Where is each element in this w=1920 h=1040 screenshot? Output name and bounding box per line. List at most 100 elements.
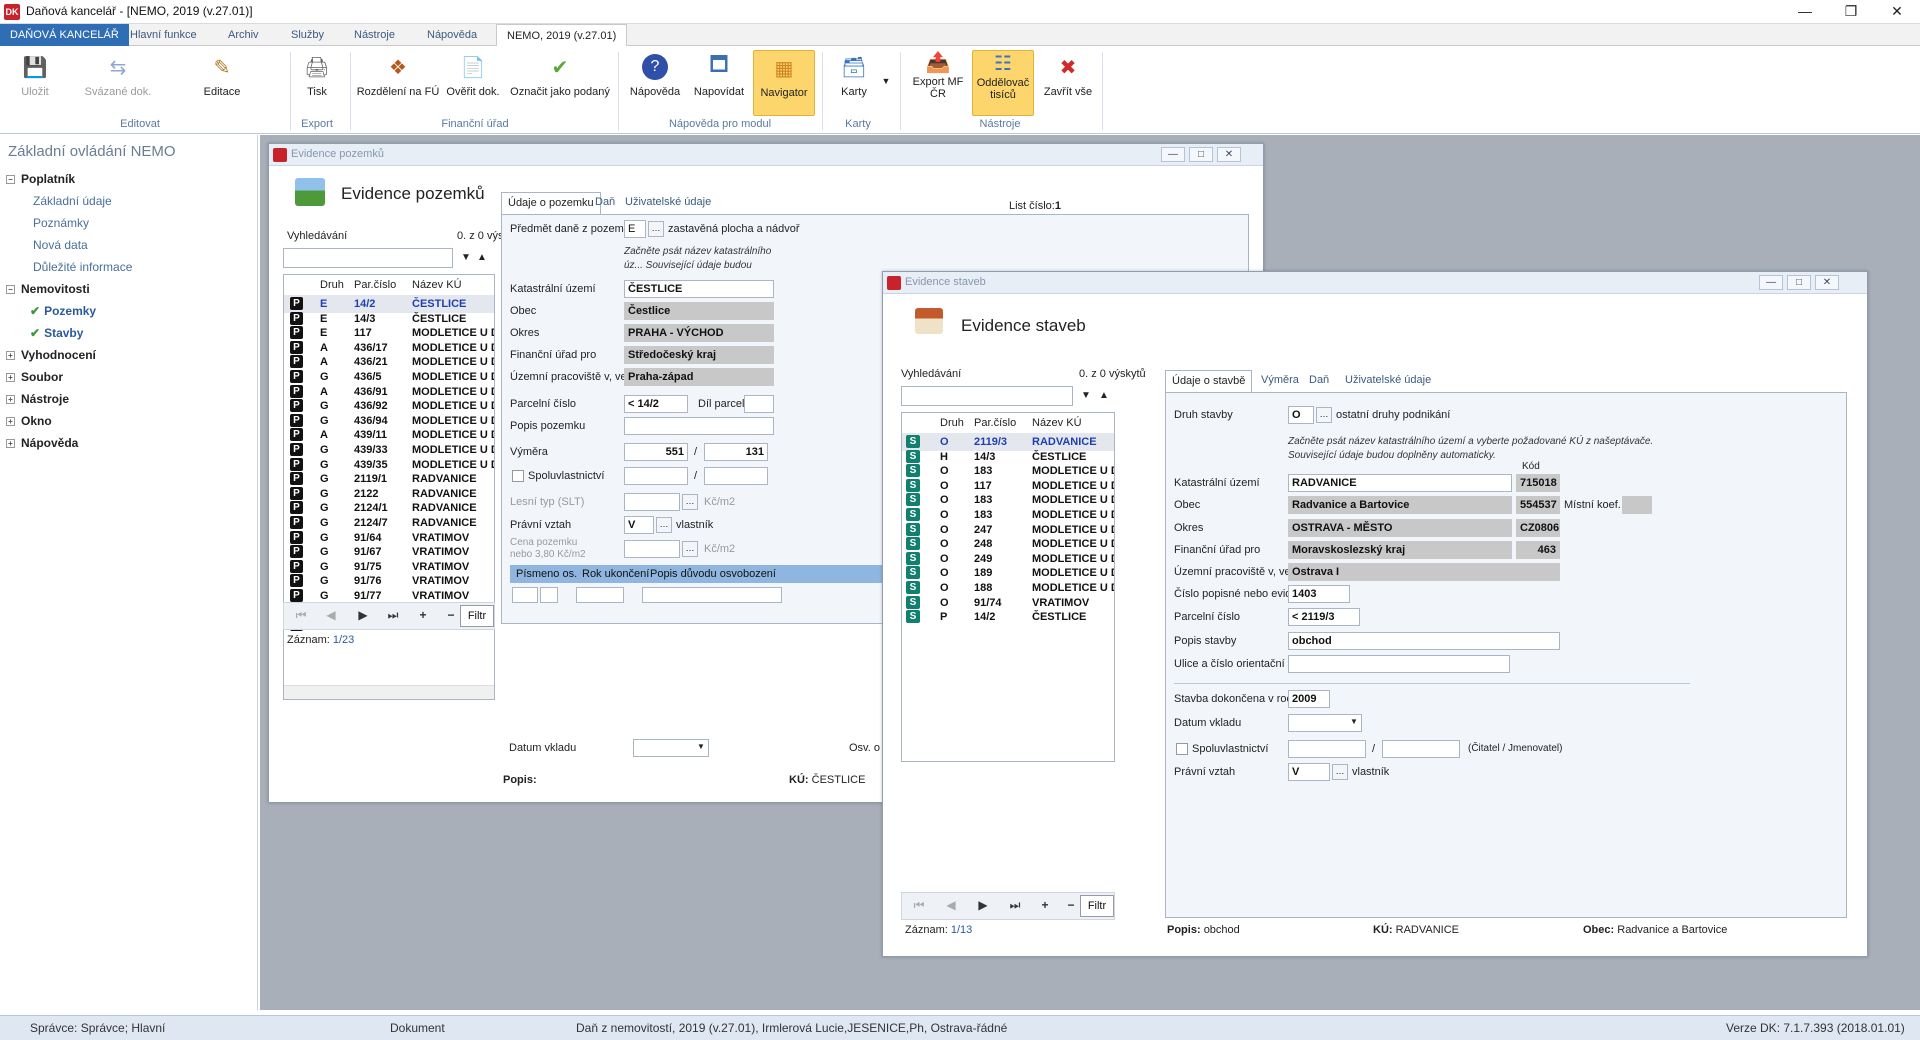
druh-input[interactable]: O [1288, 406, 1314, 424]
vymera-input-2[interactable]: 131 [704, 443, 768, 461]
nav-nova-data[interactable]: Nová data [33, 238, 88, 252]
popis-duvodu-input[interactable] [642, 587, 782, 603]
lookup-button[interactable]: … [682, 494, 698, 510]
lookup-button[interactable]: … [648, 221, 664, 237]
column-header[interactable]: Par.číslo [974, 417, 1016, 429]
expand-icon[interactable]: + [6, 439, 15, 449]
nav-nastroje[interactable]: + Nástroje [6, 392, 69, 406]
expand-icon[interactable]: + [6, 417, 15, 427]
datum-dropdown-icon[interactable]: ▼ [697, 742, 705, 751]
save-button[interactable]: 💾 Uložit [10, 50, 60, 99]
nav-zakladni-udaje[interactable]: Základní údaje [33, 194, 112, 208]
cena-input[interactable] [624, 540, 680, 558]
pismeno-input[interactable] [512, 587, 538, 603]
expand-icon[interactable]: + [6, 351, 15, 361]
verify-doc-button[interactable]: 📄 Ověřit dok. [442, 50, 504, 99]
spolu-input-2[interactable] [1382, 740, 1460, 758]
expand-icon[interactable]: + [6, 373, 15, 383]
prev-record-icon[interactable]: ◀ [316, 605, 346, 625]
column-header[interactable]: Par.číslo [354, 279, 396, 291]
horizontal-scrollbar[interactable] [284, 685, 494, 699]
tab-dan[interactable]: Daň [1303, 370, 1335, 392]
nav-vyhodnoceni[interactable]: + Vyhodnocení [6, 348, 96, 362]
maximize-button[interactable]: □ [1189, 147, 1213, 162]
column-header[interactable]: Druh [320, 279, 344, 291]
add-record-icon[interactable]: + [408, 605, 438, 625]
pravni-input[interactable]: V [1288, 763, 1330, 781]
linked-docs-button[interactable]: ⇆ Svázané dok. [80, 50, 156, 99]
search-down-icon[interactable]: ▼ [1081, 390, 1091, 401]
kat-input[interactable]: RADVANICE [1288, 474, 1512, 492]
restore-button[interactable]: ❐ [1828, 0, 1874, 24]
nav-napoveda[interactable]: + Nápověda [6, 436, 78, 450]
nav-dulezite-informace[interactable]: Důležité informace [33, 260, 132, 274]
last-record-icon[interactable]: ⏭ [1000, 895, 1030, 915]
spolu-checkbox[interactable] [512, 470, 524, 482]
tab-hlavni-funkce[interactable]: Hlavní funkce [120, 24, 207, 46]
minimize-button[interactable]: — [1782, 0, 1828, 24]
predmet-input[interactable]: E [624, 220, 646, 238]
navigator-button[interactable]: ▦ Navigator [753, 50, 815, 116]
first-record-icon[interactable]: ⏮ [286, 605, 316, 625]
lesni-input[interactable] [624, 493, 680, 511]
lookup-button[interactable]: … [1316, 407, 1332, 423]
tab-archiv[interactable]: Archiv [218, 24, 269, 46]
expand-icon[interactable]: + [6, 395, 15, 405]
column-header[interactable]: Druh [940, 417, 964, 429]
lookup-button[interactable]: … [1332, 764, 1348, 780]
vymera-input[interactable]: 551 [624, 443, 688, 461]
maximize-button[interactable]: □ [1787, 275, 1811, 290]
spolu-checkbox[interactable] [1176, 743, 1188, 755]
split-fu-button[interactable]: ❖ Rozdělení na FÚ [356, 50, 440, 99]
export-mf-button[interactable]: 📤 Export MF ČR [908, 50, 968, 101]
tab-vymera[interactable]: Výměra [1255, 370, 1305, 392]
pismeno-input-2[interactable] [540, 587, 558, 603]
hints-button[interactable]: 🗖 Napovídat [690, 50, 748, 98]
close-button[interactable]: ✕ [1815, 275, 1839, 290]
prev-record-icon[interactable]: ◀ [936, 895, 966, 915]
dokonc-input[interactable]: 2009 [1288, 690, 1330, 708]
thousands-separator-button[interactable]: ☷ Oddělovač tisíců [972, 50, 1034, 116]
tab-danova-kancelar[interactable]: DAŇOVÁ KANCELÁŘ [0, 24, 129, 46]
table-row[interactable]: S P 14/2 ČESTLICE [902, 608, 1114, 626]
search-input[interactable] [283, 248, 453, 268]
parcelni-input[interactable]: < 14/2 [624, 395, 688, 413]
last-record-icon[interactable]: ⏭ [378, 605, 408, 625]
tab-napoveda[interactable]: Nápověda [417, 24, 487, 46]
collapse-icon[interactable]: − [6, 175, 15, 185]
kat-input[interactable]: ČESTLICE [624, 280, 774, 298]
filter-button[interactable]: Filtr [460, 605, 494, 627]
minimize-button[interactable]: — [1759, 275, 1783, 290]
close-button[interactable]: ✕ [1874, 0, 1920, 24]
cards-button[interactable]: 🗃 Karty [830, 50, 878, 99]
spolu-input[interactable] [1288, 740, 1366, 758]
lookup-button[interactable]: … [656, 517, 672, 533]
spolu-input[interactable] [624, 467, 688, 485]
minimize-button[interactable]: — [1161, 147, 1185, 162]
close-all-button[interactable]: ✖ Zavřít vše [1040, 50, 1096, 99]
tab-sluzby[interactable]: Služby [281, 24, 334, 46]
pravni-input[interactable]: V [624, 516, 654, 534]
filter-button[interactable]: Filtr [1080, 895, 1114, 917]
search-up-icon[interactable]: ▲ [477, 252, 487, 263]
tab-uzivatelske-udaje[interactable]: Uživatelské údaje [619, 192, 717, 214]
search-down-icon[interactable]: ▼ [461, 252, 471, 263]
nav-poplatnik[interactable]: − Poplatník [6, 172, 75, 186]
parcelni-input[interactable]: < 2119/3 [1288, 608, 1360, 626]
print-button[interactable]: 🖨 Tisk [298, 50, 336, 99]
nav-okno[interactable]: + Okno [6, 414, 52, 428]
rok-input[interactable] [576, 587, 624, 603]
search-input[interactable] [901, 386, 1073, 406]
close-button[interactable]: ✕ [1217, 147, 1241, 162]
popis-input[interactable] [624, 417, 774, 435]
next-record-icon[interactable]: ▶ [348, 605, 378, 625]
spolu-input-2[interactable] [704, 467, 768, 485]
cards-dropdown-icon[interactable]: ▼ [880, 76, 892, 86]
column-header[interactable]: Název KÚ [1032, 417, 1082, 429]
tab-dan[interactable]: Daň [589, 192, 621, 214]
edit-button[interactable]: ✎ Editace [196, 50, 248, 99]
popis-input[interactable]: obchod [1288, 632, 1560, 650]
tab-udaje-o-pozemku[interactable]: Údaje o pozemku [501, 192, 601, 214]
column-header[interactable]: Název KÚ [412, 279, 462, 291]
mark-filed-button[interactable]: ✔ Označit jako podaný [508, 50, 612, 99]
